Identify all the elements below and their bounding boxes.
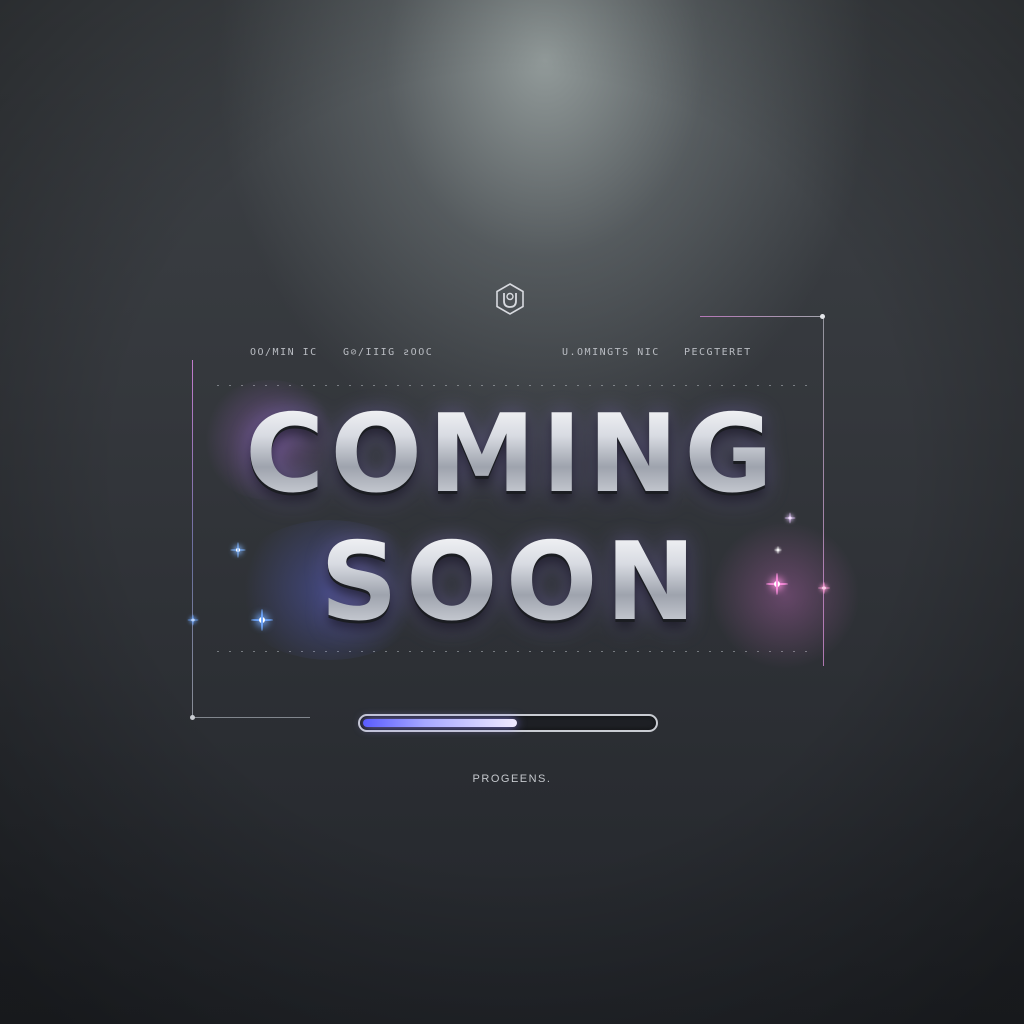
sparkle-icon	[766, 573, 788, 595]
sparkle-icon	[774, 546, 782, 554]
sparkle-icon	[230, 542, 246, 558]
frame-bottom-left-line	[192, 717, 310, 718]
caption-top-left-2: G⊘/IIIG ƨOOC	[343, 347, 434, 358]
caption-top-right-1: U.OMINGTS NIC	[562, 347, 660, 358]
dotted-guide	[212, 651, 812, 652]
coming-soon-screen: OO/MIN IC G⊘/IIIG ƨOOC U.OMINGTS NIC PEC…	[0, 0, 1024, 1024]
frame-top-right-line	[700, 316, 823, 317]
hexagon-u-icon	[496, 283, 524, 315]
caption-top-right-2: PECGTERET	[684, 347, 752, 358]
caption-top-left-1: OO/MIN IC	[250, 347, 318, 358]
headline-coming: COMING	[0, 392, 1024, 517]
sparkle-icon	[187, 614, 199, 626]
progress-label: PROGEENS.	[472, 773, 552, 785]
sparkle-icon	[817, 581, 831, 595]
frame-corner-dot	[820, 314, 825, 319]
progress-bar	[358, 714, 658, 732]
frame-corner-dot	[190, 715, 195, 720]
dotted-guide	[212, 385, 812, 386]
progress-bar-fill	[363, 719, 517, 727]
sparkle-icon	[251, 609, 273, 631]
headline-soon: SOON	[0, 520, 1024, 645]
sparkle-icon	[784, 512, 796, 524]
